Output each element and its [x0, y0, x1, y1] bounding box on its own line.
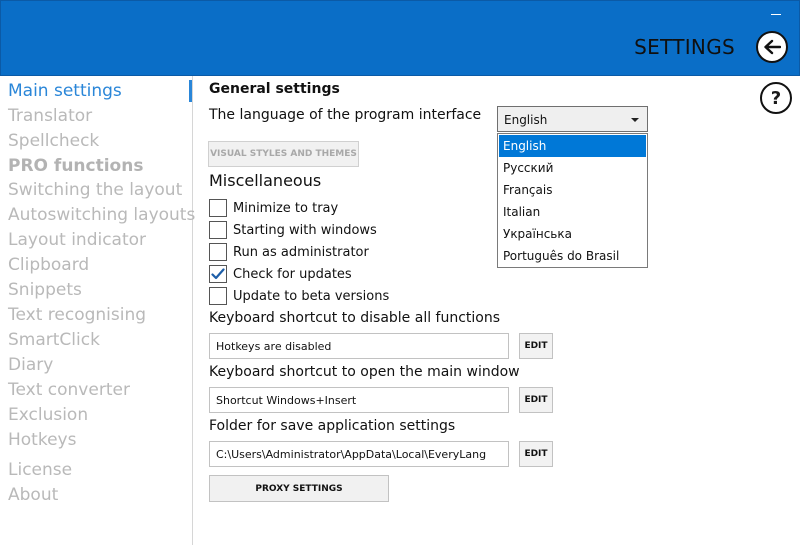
sidebar-item-switching-layout[interactable]: Switching the layout [8, 180, 182, 200]
edit-open-shortcut-button[interactable]: EDIT [519, 387, 553, 413]
sidebar-item-text-recognising[interactable]: Text recognising [8, 305, 146, 325]
edit-folder-button[interactable]: EDIT [519, 441, 553, 467]
arrow-left-icon [764, 39, 781, 55]
page-title: SETTINGS [634, 35, 735, 59]
sidebar-nav: Main settings Translator Spellcheck PRO … [0, 76, 195, 545]
minimize-icon[interactable] [771, 7, 781, 15]
sidebar-item-spellcheck[interactable]: Spellcheck [8, 131, 99, 151]
sidebar-item-layout-indicator[interactable]: Layout indicator [8, 230, 146, 250]
checkbox-label: Minimize to tray [233, 200, 339, 216]
checkbox-box[interactable] [209, 265, 227, 283]
language-option[interactable]: Українська [499, 223, 646, 245]
checkbox-label: Check for updates [233, 266, 352, 282]
language-option[interactable]: Русский [499, 157, 646, 179]
misc-title: Miscellaneous [209, 171, 322, 190]
checkbox-start-windows[interactable]: Starting with windows [209, 220, 377, 240]
help-icon: ? [770, 87, 782, 109]
settings-folder-label: Folder for save application settings [209, 418, 456, 434]
proxy-settings-button[interactable]: PROXY SETTINGS [209, 475, 389, 502]
checkbox-minimize-tray[interactable]: Minimize to tray [209, 198, 338, 218]
section-title: General settings [209, 81, 340, 97]
language-label: The language of the program interface [209, 107, 482, 123]
checkbox-box[interactable] [209, 221, 227, 239]
main-panel: General settings ? The language of the p… [193, 76, 800, 545]
visual-styles-button[interactable]: VISUAL STYLES AND THEMES [208, 141, 359, 167]
sidebar-item-clipboard[interactable]: Clipboard [8, 255, 89, 275]
sidebar-item-pro-functions: PRO functions [8, 156, 144, 176]
checkbox-run-admin[interactable]: Run as administrator [209, 242, 369, 262]
shortcut-disable-label: Keyboard shortcut to disable all functio… [209, 310, 501, 326]
checkbox-label: Run as administrator [233, 244, 369, 260]
language-option[interactable]: Français [499, 179, 646, 201]
sidebar-item-text-converter[interactable]: Text converter [8, 380, 130, 400]
shortcut-open-label: Keyboard shortcut to open the main windo… [209, 364, 520, 380]
checkbox-check-updates[interactable]: Check for updates [209, 264, 352, 284]
help-button[interactable]: ? [760, 82, 792, 114]
sidebar-item-autoswitching-layouts[interactable]: Autoswitching layouts [8, 205, 195, 225]
shortcut-open-input[interactable] [209, 387, 509, 413]
shortcut-disable-input[interactable] [209, 333, 509, 359]
back-button[interactable] [756, 31, 788, 63]
chevron-down-icon [631, 118, 639, 122]
checkbox-box[interactable] [209, 199, 227, 217]
language-select[interactable]: English [497, 106, 648, 132]
language-option[interactable]: English [499, 135, 646, 157]
sidebar-item-smartclick[interactable]: SmartClick [8, 330, 100, 350]
sidebar-item-diary[interactable]: Diary [8, 355, 53, 375]
checkmark-icon [211, 268, 225, 280]
language-dropdown-list: English Русский Français Italian Українс… [497, 133, 648, 268]
language-option[interactable]: Português do Brasil [499, 245, 646, 267]
sidebar-item-hotkeys[interactable]: Hotkeys [8, 430, 76, 450]
sidebar-item-license[interactable]: License [8, 460, 72, 480]
checkbox-label: Starting with windows [233, 222, 377, 238]
sidebar-item-about[interactable]: About [8, 485, 58, 505]
sidebar-item-main-settings[interactable]: Main settings [8, 81, 122, 101]
sidebar-item-translator[interactable]: Translator [8, 106, 92, 126]
language-option[interactable]: Italian [499, 201, 646, 223]
checkbox-box[interactable] [209, 243, 227, 261]
sidebar-item-exclusion[interactable]: Exclusion [8, 405, 88, 425]
edit-disable-shortcut-button[interactable]: EDIT [519, 333, 553, 359]
settings-folder-input[interactable] [209, 441, 509, 467]
checkbox-label: Update to beta versions [233, 288, 390, 304]
language-select-value: English [504, 113, 548, 127]
checkbox-beta-updates[interactable]: Update to beta versions [209, 286, 389, 306]
sidebar-item-snippets[interactable]: Snippets [8, 280, 82, 300]
checkbox-box[interactable] [209, 287, 227, 305]
active-indicator [189, 80, 192, 102]
title-bar: SETTINGS [0, 0, 800, 76]
